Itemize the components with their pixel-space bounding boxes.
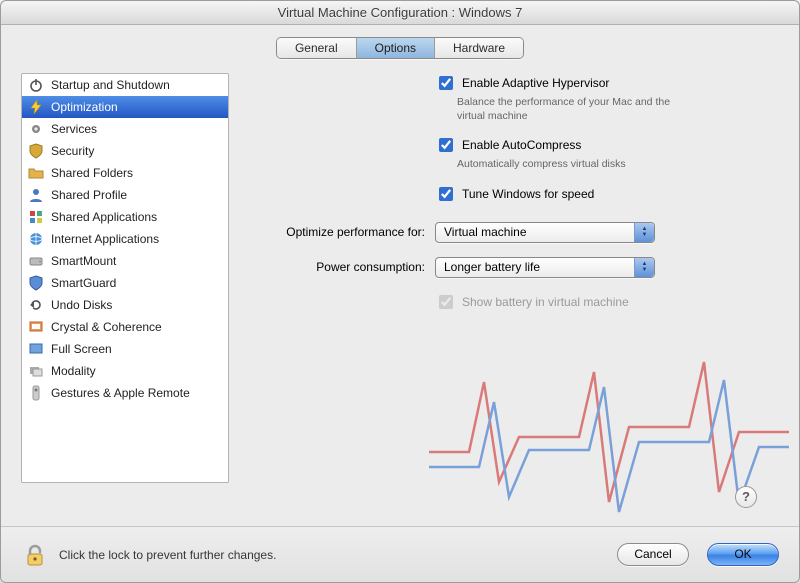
sidebar-item-gestures-apple-remote[interactable]: Gestures & Apple Remote xyxy=(22,382,228,404)
perf-label: Optimize performance for: xyxy=(255,225,425,239)
tab-general[interactable]: General xyxy=(277,38,357,58)
perf-select[interactable]: Virtual machine ▲▼ xyxy=(435,222,655,243)
sidebar-item-crystal-coherence[interactable]: Crystal & Coherence xyxy=(22,316,228,338)
globe-icon xyxy=(28,231,44,247)
tab-segment: General Options Hardware xyxy=(276,37,524,59)
tab-bar: General Options Hardware xyxy=(1,37,799,59)
watermark-waveform-icon xyxy=(429,332,789,532)
content-area: Startup and Shutdown Optimization Services… xyxy=(1,59,799,526)
sidebar-item-label: Optimization xyxy=(51,100,118,114)
sidebar-item-internet-applications[interactable]: Internet Applications xyxy=(22,228,228,250)
sidebar-item-label: Modality xyxy=(51,364,96,378)
sidebar-item-optimization[interactable]: Optimization xyxy=(22,96,228,118)
apps-icon xyxy=(28,209,44,225)
bolt-icon xyxy=(28,99,44,115)
window-title: Virtual Machine Configuration : Windows … xyxy=(1,1,799,25)
power-select[interactable]: Longer battery life ▲▼ xyxy=(435,257,655,278)
sidebar-item-label: Shared Applications xyxy=(51,210,157,224)
sidebar-item-label: Services xyxy=(51,122,97,136)
footer-bar: Click the lock to prevent further change… xyxy=(1,526,799,582)
modality-icon xyxy=(28,363,44,379)
sidebar-item-shared-applications[interactable]: Shared Applications xyxy=(22,206,228,228)
config-window: Virtual Machine Configuration : Windows … xyxy=(0,0,800,583)
sidebar-item-shared-profile[interactable]: Shared Profile xyxy=(22,184,228,206)
sidebar-item-security[interactable]: Security xyxy=(22,140,228,162)
hypervisor-hint: Balance the performance of your Mac and … xyxy=(457,95,697,123)
remote-icon xyxy=(28,385,44,401)
battery-label: Show battery in virtual machine xyxy=(462,295,629,309)
sidebar-item-shared-folders[interactable]: Shared Folders xyxy=(22,162,228,184)
sidebar-item-undo-disks[interactable]: Undo Disks xyxy=(22,294,228,316)
options-sidebar[interactable]: Startup and Shutdown Optimization Services… xyxy=(21,73,229,483)
sidebar-item-label: SmartMount xyxy=(51,254,116,268)
sidebar-item-label: Startup and Shutdown xyxy=(51,78,170,92)
crystal-icon xyxy=(28,319,44,335)
select-stepper-icon: ▲▼ xyxy=(634,223,654,242)
sidebar-item-label: Full Screen xyxy=(51,342,112,356)
sidebar-item-label: SmartGuard xyxy=(51,276,116,290)
sidebar-item-modality[interactable]: Modality xyxy=(22,360,228,382)
battery-checkbox xyxy=(439,295,453,309)
lock-icon[interactable] xyxy=(21,541,49,569)
hypervisor-checkbox[interactable] xyxy=(439,76,453,90)
sidebar-item-label: Undo Disks xyxy=(51,298,112,312)
sidebar-item-label: Shared Profile xyxy=(51,188,127,202)
autocompress-hint: Automatically compress virtual disks xyxy=(457,157,697,171)
hypervisor-checkbox-row[interactable]: Enable Adaptive Hypervisor xyxy=(435,73,779,93)
gear-icon xyxy=(28,121,44,137)
sidebar-item-smartmount[interactable]: SmartMount xyxy=(22,250,228,272)
fullscreen-icon xyxy=(28,341,44,357)
profile-icon xyxy=(28,187,44,203)
sidebar-item-label: Crystal & Coherence xyxy=(51,320,162,334)
folder-icon xyxy=(28,165,44,181)
power-label: Power consumption: xyxy=(255,260,425,274)
tune-checkbox[interactable] xyxy=(439,187,453,201)
sidebar-item-label: Internet Applications xyxy=(51,232,159,246)
select-stepper-icon: ▲▼ xyxy=(634,258,654,277)
hypervisor-label: Enable Adaptive Hypervisor xyxy=(462,76,609,90)
power-value: Longer battery life xyxy=(444,260,540,274)
sidebar-item-smartguard[interactable]: SmartGuard xyxy=(22,272,228,294)
sidebar-item-label: Shared Folders xyxy=(51,166,133,180)
ok-button[interactable]: OK xyxy=(707,543,779,566)
perf-value: Virtual machine xyxy=(444,225,527,239)
help-button[interactable]: ? xyxy=(735,486,757,508)
shield-icon xyxy=(28,143,44,159)
cancel-button[interactable]: Cancel xyxy=(617,543,689,566)
tab-hardware[interactable]: Hardware xyxy=(435,38,523,58)
footer-text: Click the lock to prevent further change… xyxy=(59,548,599,562)
power-icon xyxy=(28,77,44,93)
sidebar-item-startup-and-shutdown[interactable]: Startup and Shutdown xyxy=(22,74,228,96)
sidebar-item-full-screen[interactable]: Full Screen xyxy=(22,338,228,360)
drive-icon xyxy=(28,253,44,269)
tune-label: Tune Windows for speed xyxy=(462,187,594,201)
tune-checkbox-row[interactable]: Tune Windows for speed xyxy=(435,184,779,204)
tab-options[interactable]: Options xyxy=(357,38,435,58)
sidebar-item-label: Gestures & Apple Remote xyxy=(51,386,190,400)
autocompress-checkbox-row[interactable]: Enable AutoCompress xyxy=(435,135,779,155)
sidebar-item-services[interactable]: Services xyxy=(22,118,228,140)
guard-icon xyxy=(28,275,44,291)
autocompress-label: Enable AutoCompress xyxy=(462,138,581,152)
detail-pane: Enable Adaptive Hypervisor Balance the p… xyxy=(245,73,779,522)
autocompress-checkbox[interactable] xyxy=(439,138,453,152)
undo-icon xyxy=(28,297,44,313)
sidebar-item-label: Security xyxy=(51,144,94,158)
